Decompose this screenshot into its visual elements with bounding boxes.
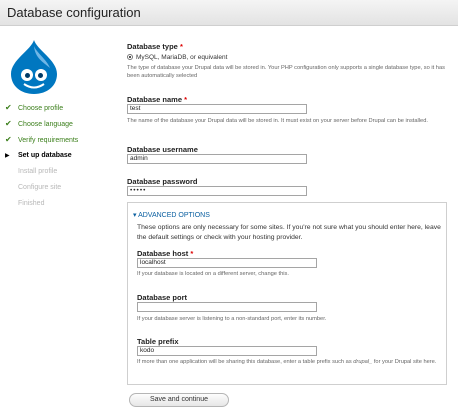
step-choose-language: ✔ Choose language [5, 116, 78, 132]
db-type-label: Database type * [127, 42, 183, 51]
db-host-label: Database host * [137, 249, 193, 258]
step-label: Choose profile [18, 105, 64, 112]
table-prefix-example: drupal_ [353, 359, 373, 365]
step-label: Install profile [18, 168, 58, 175]
check-icon: ✔ [5, 119, 12, 128]
table-prefix-help-text-end: for your Drupal site here. [372, 359, 437, 365]
db-port-help: If your database server is listening to … [137, 316, 327, 322]
step-label: Choose language [18, 121, 73, 128]
step-label: Set up database [18, 152, 72, 159]
advanced-options-fieldset: ▾ ADVANCED OPTIONS These options are onl… [127, 202, 447, 385]
step-finished: Finished [5, 196, 78, 212]
step-label: Finished [18, 200, 45, 207]
advanced-options-intro: These options are only necessary for som… [137, 224, 441, 241]
step-install-profile: Install profile [5, 164, 78, 180]
step-verify-requirements: ✔ Verify requirements [5, 132, 78, 148]
drupal-drop-logo [11, 40, 57, 94]
required-marker: * [184, 95, 188, 104]
step-label: Verify requirements [18, 137, 79, 144]
db-name-input[interactable]: test [127, 104, 307, 114]
radio-selected-icon[interactable] [127, 54, 133, 60]
db-host-label-text: Database host [137, 249, 189, 258]
db-port-label: Database port [137, 293, 188, 302]
db-type-radio[interactable]: MySQL, MariaDB, or equivalent [127, 54, 227, 61]
install-steps: ✔ Choose profile ✔ Choose language ✔ Verify… [5, 100, 78, 212]
table-prefix-input[interactable]: kodo [137, 346, 317, 356]
db-name-label: Database name * [127, 95, 187, 104]
table-prefix-help: If more than one application will be sha… [137, 358, 437, 366]
step-set-up-database: ▶ Set up database [5, 148, 78, 164]
db-type-option: MySQL, MariaDB, or equivalent [136, 54, 228, 61]
page-title: Database configuration [7, 5, 141, 20]
db-username-input[interactable]: admin [127, 154, 307, 164]
db-host-input[interactable]: localhost [137, 258, 317, 268]
db-name-help: The name of the database your Drupal dat… [127, 118, 428, 124]
arrow-right-icon: ▶ [5, 153, 10, 159]
step-choose-profile: ✔ Choose profile [5, 100, 78, 116]
db-password-input[interactable]: ••••• [127, 186, 307, 196]
table-prefix-label: Table prefix [137, 337, 179, 346]
check-icon: ✔ [5, 135, 12, 144]
check-icon: ✔ [5, 103, 12, 112]
db-type-label-text: Database type [127, 42, 178, 51]
advanced-options-toggle[interactable]: ▾ ADVANCED OPTIONS [131, 211, 212, 219]
required-marker: * [190, 249, 194, 258]
required-marker: * [179, 42, 183, 51]
db-port-input[interactable] [137, 302, 317, 312]
db-name-label-text: Database name [127, 95, 183, 104]
title-bar: Database configuration [0, 0, 458, 26]
db-type-help: The type of database your Drupal data wi… [127, 65, 445, 79]
db-host-help: If your database is located on a differe… [137, 271, 289, 277]
table-prefix-help-text: If more than one application will be sha… [137, 359, 354, 365]
step-configure-site: Configure site [5, 180, 78, 196]
step-label: Configure site [18, 184, 62, 191]
db-password-label: Database password [127, 177, 198, 186]
db-username-label: Database username [127, 145, 198, 154]
save-and-continue-button[interactable]: Save and continue [129, 393, 229, 407]
